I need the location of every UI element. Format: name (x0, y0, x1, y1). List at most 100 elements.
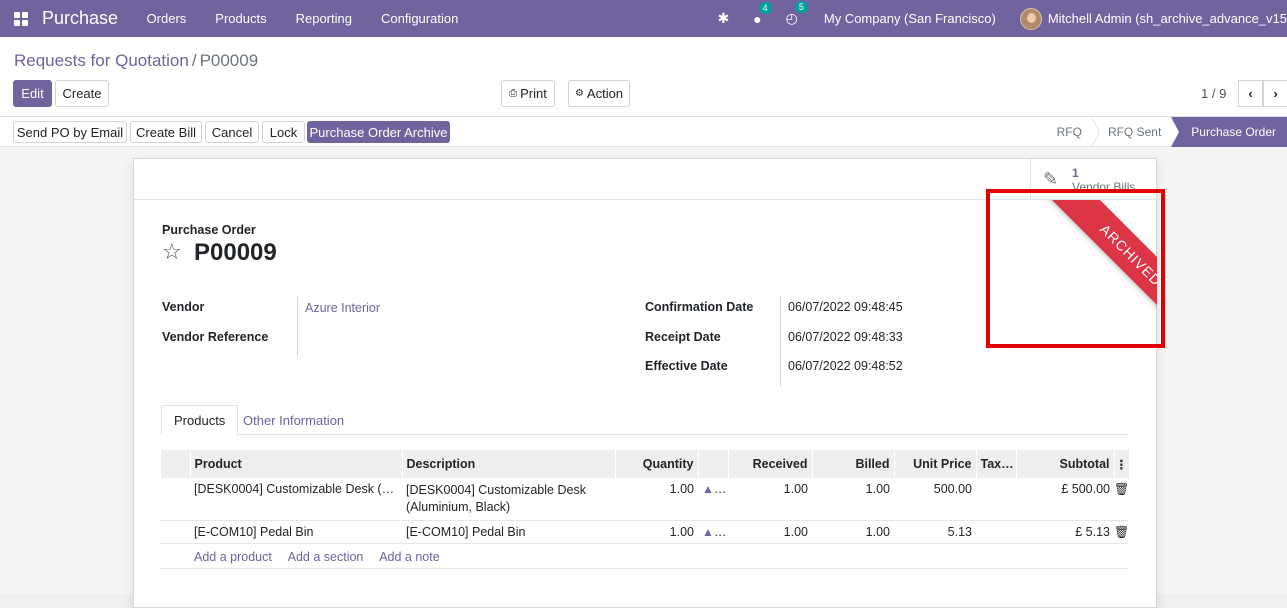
messages-icon[interactable]: ● 4 (753, 1, 772, 27)
cell-billed[interactable]: 1.00 (812, 520, 894, 544)
top-navbar: Purchase Orders Products Reporting Confi… (0, 0, 1287, 37)
vendor-field[interactable]: Azure Interior (305, 301, 380, 315)
cell-product[interactable]: [E-COM10] Pedal Bin (190, 520, 402, 544)
company-switcher[interactable]: My Company (San Francisco) (824, 11, 996, 26)
stage-rfq[interactable]: RFQ (1041, 117, 1100, 147)
activity-badge: 5 (794, 1, 808, 13)
star-icon[interactable]: ☆ (162, 239, 182, 265)
cell-unit-price[interactable]: 5.13 (894, 520, 976, 544)
cell-unit-price[interactable]: 500.00 (894, 478, 976, 521)
cell-taxes[interactable] (976, 520, 1016, 544)
add-line-row: Add a product Add a section Add a note (161, 543, 1129, 569)
effective-date-field[interactable]: 06/07/2022 09:48:52 (788, 359, 903, 373)
user-avatar[interactable] (1019, 7, 1042, 30)
cell-taxes[interactable] (976, 478, 1016, 521)
control-panel: Requests for Quotation / P00009 Edit Creat… (0, 37, 1287, 117)
pager-previous-button[interactable]: ‹ (1238, 80, 1263, 107)
forecast-column-header (698, 450, 729, 478)
column-header-unit-price[interactable]: Unit Price (894, 450, 977, 478)
print-icon: ⎙ (509, 88, 518, 99)
order-lines-table: Product Description Quantity Received Bi… (161, 450, 1130, 569)
pencil-square-icon: ✎ (1043, 168, 1059, 189)
send-po-email-button[interactable]: Send PO by Email (13, 121, 127, 143)
stage-purchase-order[interactable]: Purchase Order (1171, 117, 1287, 147)
optional-columns-icon[interactable]: ⋮ (1114, 450, 1130, 478)
tab-other-information[interactable]: Other Information (231, 405, 356, 435)
lock-button[interactable]: Lock (262, 121, 305, 143)
stage-rfq-sent[interactable]: RFQ Sent (1092, 117, 1171, 147)
column-header-subtotal[interactable]: Subtotal (1016, 450, 1115, 478)
cell-billed[interactable]: 1.00 (812, 478, 894, 521)
cell-quantity[interactable]: 1.00 (615, 478, 698, 521)
cell-subtotal: £ 500.00 (1016, 478, 1114, 521)
create-bill-button[interactable]: Create Bill (130, 121, 202, 143)
effective-date-label: Effective Date (645, 359, 728, 373)
confirmation-date-label: Confirmation Date (645, 300, 754, 314)
trash-icon[interactable]: 🗑 (1114, 520, 1129, 544)
cell-received[interactable]: 1.00 (728, 520, 812, 544)
chevron-right-icon: › (1273, 86, 1278, 101)
breadcrumb-parent[interactable]: Requests for Quotation (14, 51, 189, 70)
table-row[interactable]: [E-COM10] Pedal Bin [E-COM10] Pedal Bin … (161, 520, 1129, 544)
vendor-reference-field[interactable] (305, 330, 585, 346)
cancel-button[interactable]: Cancel (205, 121, 259, 143)
pager-value[interactable]: 1 / 9 (1201, 86, 1226, 101)
cell-description[interactable]: [E-COM10] Pedal Bin (402, 520, 615, 544)
print-button[interactable]: ⎙ Print (501, 80, 555, 107)
apps-menu-icon[interactable] (14, 11, 28, 26)
menu-reporting[interactable]: Reporting (281, 11, 366, 26)
cell-quantity[interactable]: 1.00 (615, 520, 698, 544)
stage-rfq-sent-label: RFQ Sent (1107, 125, 1162, 139)
user-menu[interactable]: Mitchell Admin (sh_archive_advance_v15 (1048, 11, 1287, 26)
column-header-received[interactable]: Received (728, 450, 813, 478)
cell-received[interactable]: 1.00 (728, 478, 812, 521)
table-row[interactable]: [DESK0004] Customizable Desk (Alu… [DESK… (161, 478, 1129, 521)
vendor-reference-label: Vendor Reference (162, 330, 269, 344)
forecast-chart-icon[interactable]: ▲▲ (698, 520, 728, 544)
breadcrumb: Requests for Quotation / P00009 (14, 51, 258, 71)
order-name: P00009 (194, 239, 277, 266)
cell-subtotal: £ 5.13 (1016, 520, 1114, 544)
chevron-left-icon: ‹ (1248, 86, 1253, 101)
column-header-quantity[interactable]: Quantity (615, 450, 699, 478)
action-label: Action (586, 86, 624, 101)
tab-products[interactable]: Products (161, 405, 239, 435)
trash-icon[interactable]: 🗑 (1114, 478, 1129, 521)
vendor-label: Vendor (162, 300, 205, 314)
form-statusbar: Send PO by Email Create Bill Cancel Lock… (0, 117, 1287, 147)
confirmation-date-field[interactable]: 06/07/2022 09:48:45 (788, 300, 903, 314)
add-note-link[interactable]: Add a note (379, 550, 439, 564)
vendor-bills-count: 1 (1072, 165, 1079, 180)
column-header-product[interactable]: Product (190, 450, 403, 478)
app-name[interactable]: Purchase (42, 8, 118, 29)
forecast-chart-icon[interactable]: ▲▲ (698, 478, 728, 521)
breadcrumb-separator: / (191, 51, 197, 70)
activity-clock-icon[interactable]: ◴ 5 (786, 1, 808, 27)
stage-purchase-order-label: Purchase Order (1191, 125, 1276, 139)
add-product-link[interactable]: Add a product (194, 550, 272, 564)
archived-highlight-frame (986, 189, 1165, 348)
cell-product[interactable]: [DESK0004] Customizable Desk (Alu… (190, 478, 402, 521)
action-button[interactable]: ⚙ Action (568, 80, 630, 107)
stage-pipeline: RFQ RFQ Sent Purchase Order (1041, 117, 1287, 147)
purchase-order-archive-button[interactable]: Purchase Order Archive (307, 121, 450, 143)
pager-next-button[interactable]: › (1263, 80, 1287, 107)
handle-column-header (161, 450, 191, 478)
column-header-taxes[interactable]: Tax… (976, 450, 1017, 478)
breadcrumb-current: P00009 (199, 51, 259, 70)
edit-button[interactable]: Edit (13, 80, 52, 107)
bug-icon[interactable]: ✱ (717, 10, 729, 27)
column-header-description[interactable]: Description (402, 450, 616, 478)
menu-configuration[interactable]: Configuration (366, 11, 472, 26)
title-label: Purchase Order (162, 223, 256, 237)
receipt-date-field[interactable]: 06/07/2022 09:48:33 (788, 330, 903, 344)
column-header-billed[interactable]: Billed (812, 450, 895, 478)
menu-products[interactable]: Products (201, 11, 281, 26)
stage-rfq-label: RFQ (1056, 125, 1082, 139)
cell-description[interactable]: [DESK0004] Customizable Desk (Aluminium,… (402, 478, 615, 521)
create-button[interactable]: Create (55, 80, 109, 107)
form-tabs: Products Other Information (161, 405, 1129, 435)
add-section-link[interactable]: Add a section (288, 550, 364, 564)
gear-icon: ⚙ (574, 88, 584, 99)
menu-orders[interactable]: Orders (132, 11, 201, 26)
